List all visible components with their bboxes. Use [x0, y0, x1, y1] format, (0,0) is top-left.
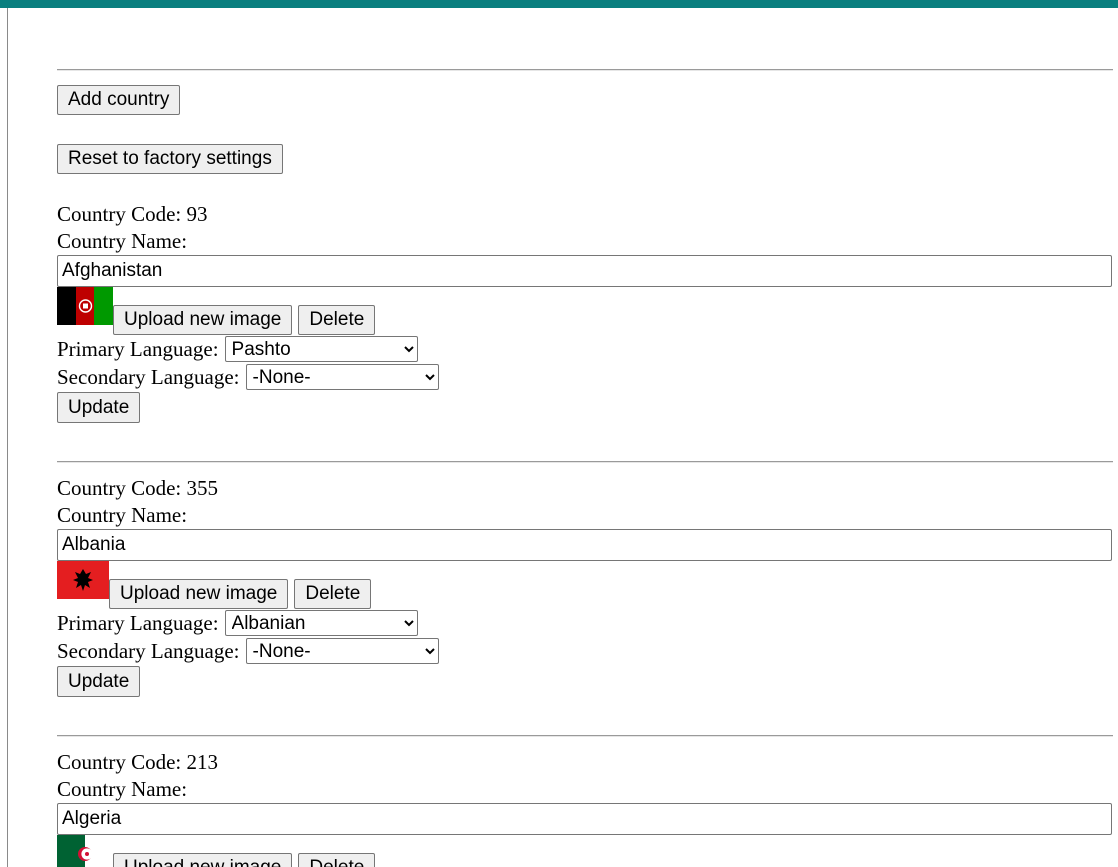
secondary-language-select[interactable]: -None-: [245, 364, 439, 390]
add-country-button[interactable]: Add country: [57, 85, 181, 115]
country-code-label: Country Code:: [57, 476, 187, 500]
primary-language-label: Primary Language:: [57, 611, 219, 635]
country-code-value: 355: [186, 476, 219, 500]
country-code-label: Country Code:: [57, 202, 187, 226]
country-name-input[interactable]: [57, 803, 1112, 835]
delete-button[interactable]: Delete: [298, 853, 376, 867]
country-entry: Country Code: 93 Country Name: Upload ne…: [57, 201, 1118, 423]
delete-button[interactable]: Delete: [298, 305, 376, 335]
country-entry: Country Code: 355 Country Name: Upload n…: [57, 475, 1118, 697]
upload-image-button[interactable]: Upload new image: [113, 853, 293, 867]
reset-factory-settings-button[interactable]: Reset to factory settings: [57, 144, 283, 174]
country-code-label: Country Code:: [57, 750, 187, 774]
country-name-label: Country Name:: [57, 777, 188, 801]
country-name-input[interactable]: [57, 529, 1112, 561]
country-name-label: Country Name:: [57, 503, 188, 527]
country-code-line: Country Code: 213: [57, 749, 1118, 776]
country-code-value: 213: [186, 750, 219, 774]
separator: [57, 461, 1113, 463]
country-code-value: 93: [186, 202, 208, 226]
update-button[interactable]: Update: [57, 666, 141, 697]
country-code-line: Country Code: 355: [57, 475, 1118, 502]
top-accent-bar: [0, 0, 1118, 8]
albania-flag-icon: [57, 561, 109, 599]
country-name-label: Country Name:: [57, 229, 188, 253]
separator: [57, 69, 1113, 71]
primary-language-select[interactable]: Albanian: [224, 610, 418, 636]
secondary-language-label: Secondary Language:: [57, 639, 240, 663]
main-content: Add country Reset to factory settings Co…: [57, 8, 1118, 867]
country-entry: Country Code: 213 Country Name: Upload n…: [57, 749, 1118, 867]
separator: [57, 735, 1113, 737]
algeria-flag-icon: [57, 835, 113, 867]
left-border: [7, 8, 8, 867]
update-button[interactable]: Update: [57, 392, 141, 423]
afghanistan-flag-icon: [57, 287, 113, 325]
delete-button[interactable]: Delete: [294, 579, 372, 609]
secondary-language-select[interactable]: -None-: [245, 638, 439, 664]
upload-image-button[interactable]: Upload new image: [109, 579, 289, 609]
primary-language-label: Primary Language:: [57, 337, 219, 361]
upload-image-button[interactable]: Upload new image: [113, 305, 293, 335]
secondary-language-label: Secondary Language:: [57, 365, 240, 389]
country-name-input[interactable]: [57, 255, 1112, 287]
primary-language-select[interactable]: Pashto: [224, 336, 418, 362]
country-code-line: Country Code: 93: [57, 201, 1118, 228]
